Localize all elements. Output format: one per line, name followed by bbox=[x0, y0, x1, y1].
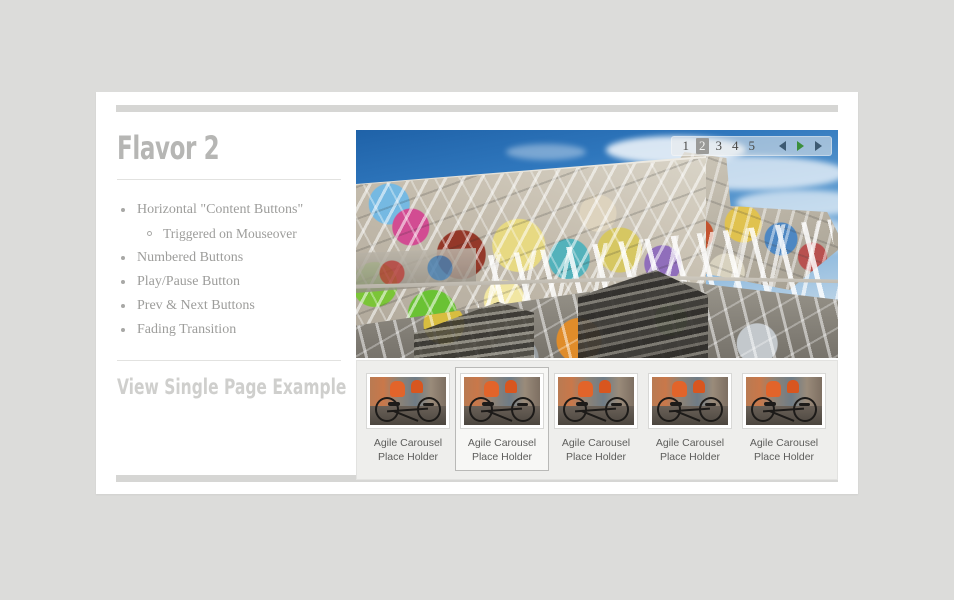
thumbnail-image bbox=[460, 373, 544, 429]
thumbnail-image bbox=[742, 373, 826, 429]
slide-image bbox=[356, 130, 838, 358]
thumbnail-caption-line1: Agile Carousel bbox=[749, 437, 819, 449]
list-item-label: Prev & Next Buttons bbox=[137, 298, 255, 313]
carousel: 1 2 3 4 5 Agile Carousel Place Holder Ag… bbox=[356, 130, 838, 480]
bicycle-photo bbox=[652, 377, 728, 425]
bicycle-photo bbox=[746, 377, 822, 425]
bullet-icon bbox=[121, 256, 125, 260]
list-item: Horizontal "Content Buttons" bbox=[117, 198, 341, 222]
thumbnail-item-3[interactable]: Agile Carousel Place Holder bbox=[549, 367, 643, 471]
thumbnail-caption: Agile Carousel Place Holder bbox=[648, 436, 732, 464]
bullet-icon bbox=[121, 208, 125, 212]
list-item-label: Fading Transition bbox=[137, 322, 237, 337]
list-item: Prev & Next Buttons bbox=[117, 294, 341, 318]
list-item-label: Triggered on Mouseover bbox=[163, 226, 297, 241]
page-container: Flavor 2 Horizontal "Content Buttons" Tr… bbox=[96, 92, 858, 494]
thumbnail-caption: Agile Carousel Place Holder bbox=[554, 436, 638, 464]
bullet-icon bbox=[121, 304, 125, 308]
bullet-icon bbox=[121, 328, 125, 332]
list-item: Play/Pause Button bbox=[117, 270, 341, 294]
thumbnail-image bbox=[554, 373, 638, 429]
carousel-navigation[interactable]: 1 2 3 4 5 bbox=[670, 136, 832, 156]
list-item-label: Horizontal "Content Buttons" bbox=[137, 202, 304, 217]
nav-number-2[interactable]: 2 bbox=[696, 138, 709, 154]
thumbnail-item-5[interactable]: Agile Carousel Place Holder bbox=[737, 367, 831, 471]
bicycle-photo bbox=[370, 377, 446, 425]
nav-number-1[interactable]: 1 bbox=[680, 138, 693, 154]
nav-number-5[interactable]: 5 bbox=[746, 138, 759, 154]
thumbnail-caption-line1: Agile Carousel bbox=[561, 437, 631, 449]
thumbnail-caption-line1: Agile Carousel bbox=[467, 437, 537, 449]
thumbnail-strip: Agile Carousel Place Holder Agile Carous… bbox=[356, 360, 838, 480]
bullet-icon bbox=[121, 280, 125, 284]
play-pause-button[interactable] bbox=[793, 138, 807, 154]
thumbnail-item-1[interactable]: Agile Carousel Place Holder bbox=[361, 367, 455, 471]
feature-list: Horizontal "Content Buttons" Triggered o… bbox=[117, 198, 341, 342]
carousel-stage[interactable]: 1 2 3 4 5 bbox=[356, 130, 838, 358]
thumbnail-item-4[interactable]: Agile Carousel Place Holder bbox=[643, 367, 737, 471]
title-divider bbox=[117, 179, 341, 180]
top-rule bbox=[116, 105, 838, 112]
prev-button[interactable] bbox=[775, 138, 789, 154]
next-button[interactable] bbox=[811, 138, 825, 154]
list-divider bbox=[117, 360, 341, 361]
thumbnail-caption: Agile Carousel Place Holder bbox=[366, 436, 450, 464]
thumbnail-caption-line1: Agile Carousel bbox=[373, 437, 443, 449]
thumbnail-item-2[interactable]: Agile Carousel Place Holder bbox=[455, 367, 549, 471]
nav-number-4[interactable]: 4 bbox=[729, 138, 742, 154]
thumbnail-caption-line2: Place Holder bbox=[659, 451, 721, 463]
nav-number-3[interactable]: 3 bbox=[713, 138, 726, 154]
thumbnail-image bbox=[648, 373, 732, 429]
thumbnail-caption-line2: Place Holder bbox=[471, 451, 533, 463]
prev-triangle-icon bbox=[778, 141, 786, 151]
list-item: Triggered on Mouseover bbox=[117, 222, 341, 246]
thumbnail-caption: Agile Carousel Place Holder bbox=[460, 436, 544, 464]
left-panel: Flavor 2 Horizontal "Content Buttons" Tr… bbox=[117, 129, 346, 399]
list-item-label: Play/Pause Button bbox=[137, 274, 241, 289]
page-title: Flavor 2 bbox=[117, 129, 220, 167]
thumbnail-caption: Agile Carousel Place Holder bbox=[742, 436, 826, 464]
play-triangle-icon bbox=[796, 141, 804, 151]
thumbnail-caption-line2: Place Holder bbox=[753, 451, 815, 463]
next-triangle-icon bbox=[814, 141, 822, 151]
cloud bbox=[506, 144, 586, 160]
thumbnail-caption-line1: Agile Carousel bbox=[655, 437, 725, 449]
circle-bullet-icon bbox=[147, 231, 152, 236]
list-item: Numbered Buttons bbox=[117, 246, 341, 270]
thumbnail-image bbox=[366, 373, 450, 429]
bicycle-photo bbox=[558, 377, 634, 425]
bicycle-photo bbox=[464, 377, 540, 425]
list-item: Fading Transition bbox=[117, 318, 341, 342]
thumbnail-caption-line2: Place Holder bbox=[565, 451, 627, 463]
list-item-label: Numbered Buttons bbox=[137, 250, 244, 265]
thumbnail-caption-line2: Place Holder bbox=[377, 451, 439, 463]
view-single-page-example-link[interactable]: View Single Page Example bbox=[117, 375, 346, 399]
